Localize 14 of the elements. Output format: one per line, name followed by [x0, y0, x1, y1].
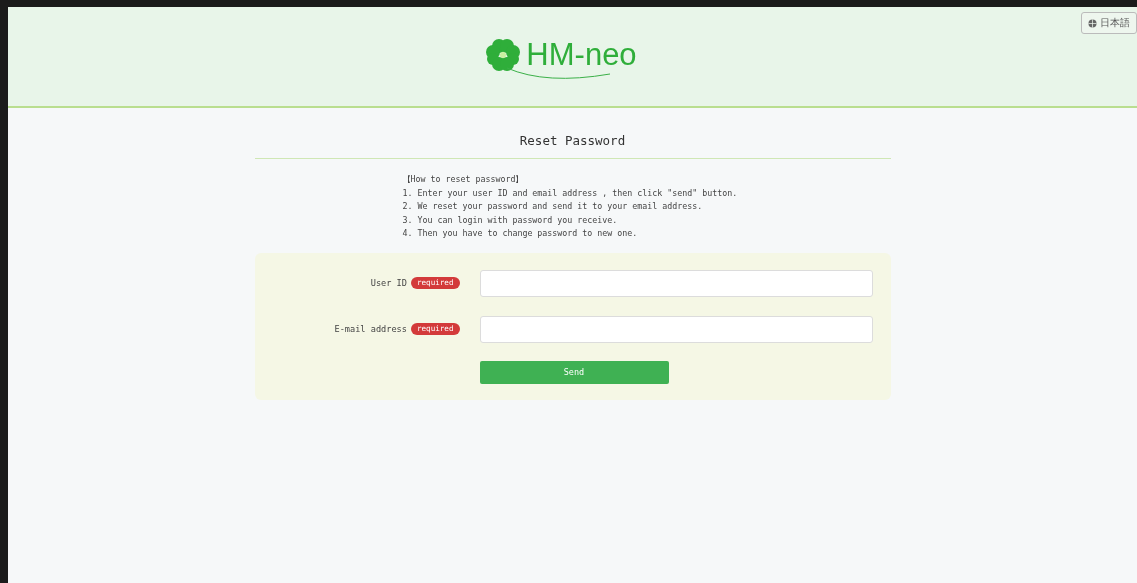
input-field[interactable] [479, 315, 873, 343]
instruction-step: 2. We reset your password and send it to your email address. [402, 200, 891, 214]
instruction-step: 1. Enter your user ID and email address , then click "send" button. [402, 186, 891, 201]
instructions-heading: 【How to reset password】 [402, 173, 525, 186]
language-button[interactable]: 日本語 [1081, 12, 1137, 34]
globe-icon [1088, 18, 1097, 28]
logo-text: HM-neo [526, 36, 637, 73]
instruction-step: 4. Then you have to change password to new one. [402, 227, 891, 241]
field-label: User ID [370, 278, 407, 289]
swoosh-icon [506, 66, 613, 81]
instruction-step: 3. You can login with password you receive. [402, 213, 891, 228]
field-label: E-mail address [334, 324, 407, 335]
page-title: Reset Password [254, 108, 891, 159]
input-field[interactable] [479, 269, 873, 297]
